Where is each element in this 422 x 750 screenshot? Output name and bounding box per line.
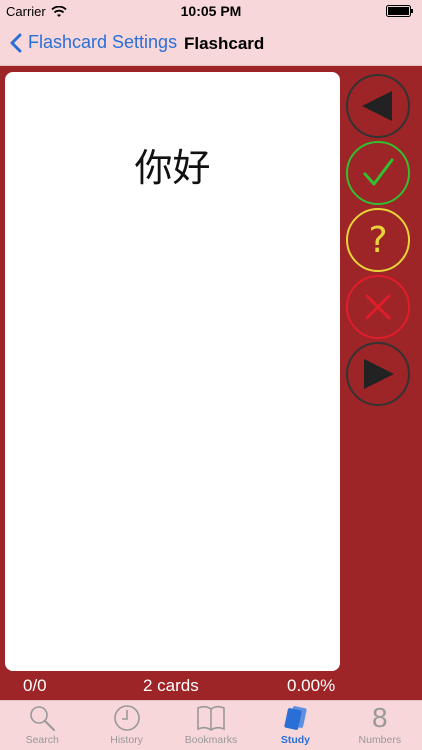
left-triangle-icon [362, 91, 392, 121]
tab-history[interactable]: History [84, 701, 168, 750]
x-icon [365, 294, 391, 320]
tab-numbers[interactable]: 8 Numbers [338, 701, 422, 750]
tab-study[interactable]: Study [253, 701, 337, 750]
flashcard-word: 你好 [134, 146, 211, 190]
tab-label-study: Study [280, 734, 310, 746]
right-triangle-icon [364, 359, 394, 389]
flashcard[interactable]: 你好 [5, 72, 340, 671]
navigation-bar: Flashcard Settings Flashcard [0, 22, 422, 66]
tab-label-history: History [110, 734, 143, 746]
tab-label-numbers: Numbers [358, 734, 402, 746]
back-button[interactable]: Flashcard Settings [10, 32, 177, 53]
number-eight-icon: 8 [372, 702, 388, 733]
cards-icon [284, 705, 307, 730]
unsure-button[interactable]: ? [346, 208, 410, 272]
correct-button[interactable] [346, 141, 410, 205]
tab-search[interactable]: Search [0, 701, 84, 750]
svg-text:?: ? [368, 220, 387, 260]
tab-label-bookmarks: Bookmarks [184, 734, 238, 746]
status-time: 10:05 PM [180, 3, 242, 19]
score-percent: 0.00% [287, 676, 336, 695]
previous-button[interactable] [346, 74, 410, 138]
battery-icon [386, 5, 413, 17]
tab-bookmarks[interactable]: Bookmarks [169, 701, 253, 750]
study-area: 你好 ? 0/0 2 cards 0.00% [0, 66, 422, 700]
next-button[interactable] [346, 342, 410, 406]
tab-label-search: Search [25, 734, 59, 746]
question-icon: ? [368, 220, 387, 260]
book-icon [197, 705, 225, 731]
check-icon [363, 158, 394, 186]
chevron-left-icon [10, 33, 22, 52]
tab-bar: Search History Bookmarks Study 8 Numbers [0, 700, 422, 750]
back-button-label: Flashcard Settings [28, 32, 178, 52]
search-icon [30, 705, 56, 731]
incorrect-button[interactable] [346, 275, 410, 339]
clock-icon [113, 704, 140, 731]
card-controls: ? [346, 74, 412, 409]
card-count: 2 cards [143, 676, 199, 695]
progress-count: 0/0 [23, 676, 47, 695]
status-bar: Carrier 10:05 PM [0, 0, 422, 22]
page-title: Flashcard [184, 34, 265, 53]
study-summary: 0/0 2 cards 0.00% [0, 676, 422, 700]
